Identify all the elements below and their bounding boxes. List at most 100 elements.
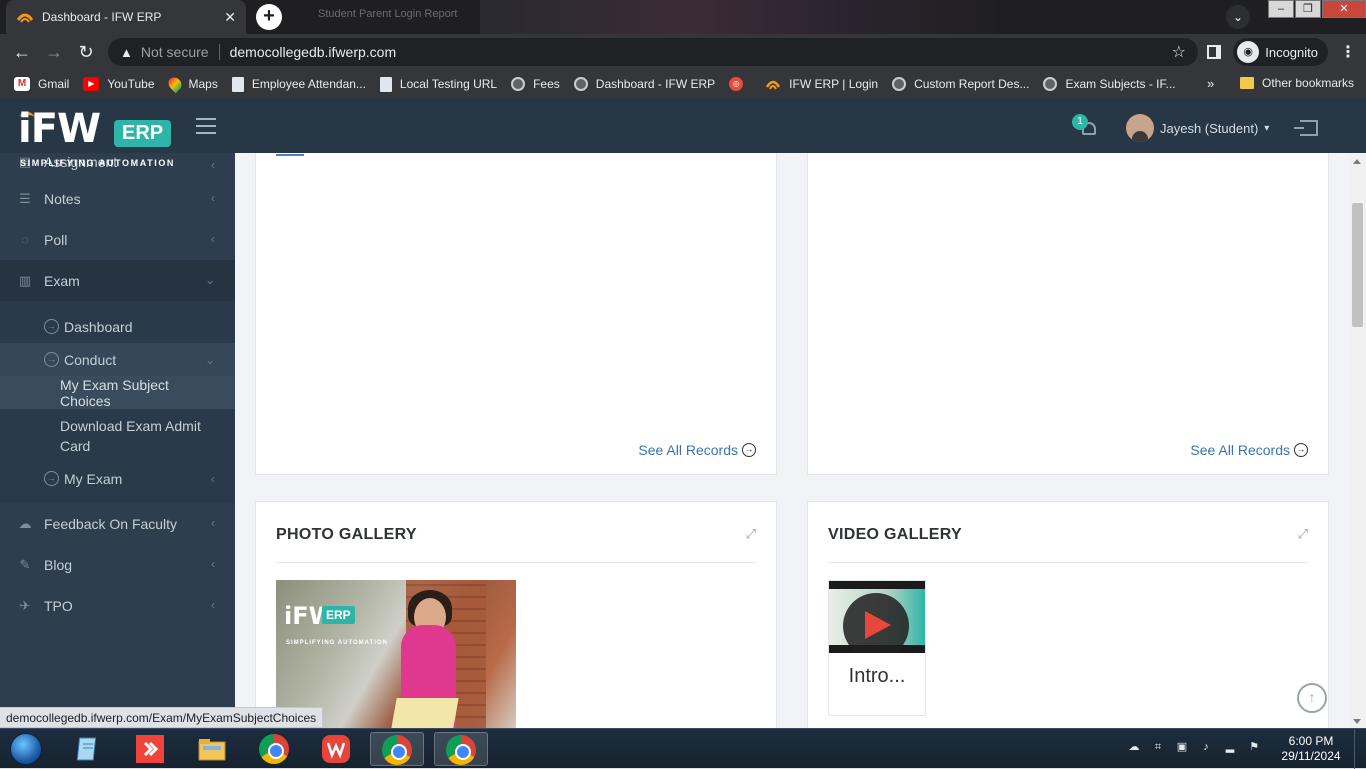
scroll-up-icon[interactable] (1353, 159, 1361, 164)
photo-logo-tagline: SIMPLIFYING AUTOMATION (286, 640, 388, 646)
maximize-button[interactable]: ❐ (1295, 0, 1321, 18)
bookmark-custom-report[interactable]: Custom Report Des... (892, 77, 1029, 91)
see-all-records-link-left[interactable]: See All Records → (638, 442, 756, 458)
forward-arrow-icon[interactable]: → (38, 36, 70, 68)
sidebar-item-my-exam-subject-choices[interactable]: My Exam Subject Choices (0, 376, 235, 409)
tab-dashboard[interactable]: Dashboard - IFW ERP ✕ (6, 0, 246, 34)
bookmark-maps[interactable]: Maps (165, 74, 218, 94)
start-button[interactable] (6, 731, 46, 767)
avatar (1126, 114, 1154, 142)
maps-icon (165, 74, 184, 94)
scroll-down-icon[interactable] (1353, 719, 1361, 724)
bookmark-employee-attendance[interactable]: Employee Attendan... (231, 76, 366, 92)
bookmarks-overflow-icon[interactable]: » (1207, 76, 1214, 91)
background-tab[interactable]: Student Parent Login Report (318, 8, 457, 20)
system-tray: ☁ ⌗ ▣ ♪ ▂ ⚑ (1126, 739, 1262, 755)
bookmarks-bar: M Gmail ▶ YouTube Maps Employee Attendan… (0, 70, 1366, 98)
side-panel-icon[interactable] (1207, 45, 1222, 59)
bookmark-ifw-login[interactable]: IFW ERP | Login (765, 77, 878, 91)
notepad-icon (76, 737, 97, 761)
other-bookmarks[interactable]: Other bookmarks (1240, 76, 1354, 90)
notification-bell-icon[interactable]: 1 (1072, 114, 1098, 138)
plane-icon: ✈ (19, 597, 31, 613)
action-center-flag-icon[interactable]: ⚑ (1246, 739, 1262, 755)
video-item[interactable]: Intro... (828, 580, 926, 716)
warning-triangle-icon[interactable]: ▲ (120, 45, 133, 60)
scrollbar-thumb[interactable] (1352, 203, 1363, 327)
close-window-button[interactable]: ✕ (1322, 0, 1366, 18)
minimize-button[interactable]: – (1268, 0, 1294, 18)
show-desktop-button[interactable] (1354, 729, 1366, 769)
gallery-photo[interactable]: iFW ERP SIMPLIFYING AUTOMATION (276, 580, 516, 728)
taskbar-app-notepad[interactable] (62, 732, 116, 766)
tab-search-chevron-icon[interactable]: ⌄ (1226, 5, 1250, 29)
more-menu-icon[interactable]: ⋮ (1340, 42, 1356, 62)
sidebar-item-notes[interactable]: ☰ Notes ‹ (0, 178, 235, 219)
taskbar-app-chrome-profile-1[interactable] (370, 732, 424, 766)
video-gallery-title: VIDEO GALLERY (828, 526, 962, 543)
taskbar-app-anydesk[interactable] (124, 732, 178, 766)
sidebar-item-exam-dashboard[interactable]: → Dashboard (0, 310, 235, 343)
bookmark-star-icon[interactable]: ☆ (1172, 42, 1186, 62)
back-arrow-icon[interactable]: ← (6, 36, 38, 68)
taskbar-app-explorer[interactable] (186, 732, 240, 766)
incognito-badge[interactable]: ◉ Incognito (1233, 38, 1328, 66)
sidebar-item-exam[interactable]: ▥ Exam ⌄ (0, 260, 235, 301)
video-title[interactable]: Intro... (829, 665, 925, 688)
taskbar-app-chrome-profile-2[interactable] (434, 732, 488, 766)
security-status[interactable]: Not secure (141, 44, 209, 60)
page-icon (231, 76, 244, 92)
notification-badge: 1 (1072, 114, 1088, 130)
sidebar-item-my-exam[interactable]: → My Exam ‹ (0, 462, 235, 495)
bookmark-dashboard[interactable]: Dashboard - IFW ERP (573, 77, 715, 91)
poll-icon: ◌ (21, 231, 29, 247)
expand-icon[interactable]: ⤢ (746, 526, 756, 542)
device-icon[interactable]: ▣ (1174, 739, 1190, 755)
scroll-to-top-icon[interactable]: ↑ (1297, 683, 1327, 713)
network-adapter-icon[interactable]: ⌗ (1150, 739, 1166, 755)
folder-icon (1240, 77, 1254, 89)
page-icon (379, 76, 392, 92)
sidebar-item-poll[interactable]: ◌ Poll ‹ (0, 219, 235, 260)
bookmark-exam-subjects[interactable]: Exam Subjects - IF... (1043, 77, 1176, 91)
ifw-erp-logo[interactable]: iFW ERP SIMPLIFYING AUTOMATION (18, 106, 173, 168)
logo-tagline: SIMPLIFYING AUTOMATION (20, 158, 176, 168)
sidebar-item-feedback[interactable]: ☁ Feedback On Faculty ‹ (0, 503, 235, 544)
sidebar: ▤ Assignment ‹ ☰ Notes ‹ ◌ Poll ‹ ▥ Exam… (0, 153, 235, 728)
see-all-records-link-right[interactable]: See All Records → (1190, 442, 1308, 458)
bookmark-youtube[interactable]: ▶ YouTube (83, 77, 155, 91)
close-tab-icon[interactable]: ✕ (224, 9, 236, 26)
logout-icon[interactable] (1294, 120, 1318, 136)
signal-icon[interactable]: ▂ (1222, 739, 1238, 755)
wps-office-icon (322, 735, 350, 763)
reload-icon[interactable]: ↻ (70, 36, 102, 68)
user-menu[interactable]: Jayesh (Student) ▾ (1126, 114, 1269, 142)
page-scrollbar[interactable] (1349, 153, 1366, 728)
photo-gallery-title: PHOTO GALLERY (276, 526, 417, 543)
bookmark-local-testing[interactable]: Local Testing URL (379, 76, 497, 92)
windows-orb-icon (10, 733, 42, 765)
globe-icon (511, 77, 526, 91)
cloud-icon[interactable]: ☁ (1126, 739, 1142, 755)
url-text[interactable]: democollegedb.ifwerp.com (230, 44, 1172, 60)
sidebar-item-conduct[interactable]: → Conduct ⌄ (0, 343, 235, 376)
sidebar-item-tpo[interactable]: ✈ TPO ‹ (0, 585, 235, 626)
tab-title: Dashboard - IFW ERP (42, 10, 162, 24)
expand-icon[interactable]: ⤢ (1298, 526, 1308, 542)
records-card-left: See All Records → (255, 153, 777, 475)
taskbar-clock[interactable]: 6:00 PM 29/11/2024 (1272, 734, 1350, 764)
sidebar-item-download-admit-card[interactable]: Download Exam Admit Card (0, 409, 235, 462)
logo-text: iFW (18, 106, 101, 152)
bookmark-fees[interactable]: Fees (511, 77, 560, 91)
taskbar-app-wps[interactable] (310, 732, 364, 766)
hamburger-menu-icon[interactable] (196, 118, 216, 139)
taskbar-app-chrome[interactable] (248, 732, 302, 766)
video-thumbnail[interactable] (829, 581, 925, 653)
volume-muted-icon[interactable]: ♪ (1198, 739, 1214, 755)
bookmark-gmail[interactable]: M Gmail (14, 77, 69, 91)
address-bar[interactable]: ▲ Not secure democollegedb.ifwerp.com ☆ (108, 38, 1198, 66)
new-tab-button[interactable]: + (256, 4, 282, 30)
user-name: Jayesh (Student) (1160, 120, 1259, 136)
bookmark-target[interactable]: ◎ (729, 77, 751, 91)
sidebar-item-blog[interactable]: ✎ Blog ‹ (0, 544, 235, 585)
